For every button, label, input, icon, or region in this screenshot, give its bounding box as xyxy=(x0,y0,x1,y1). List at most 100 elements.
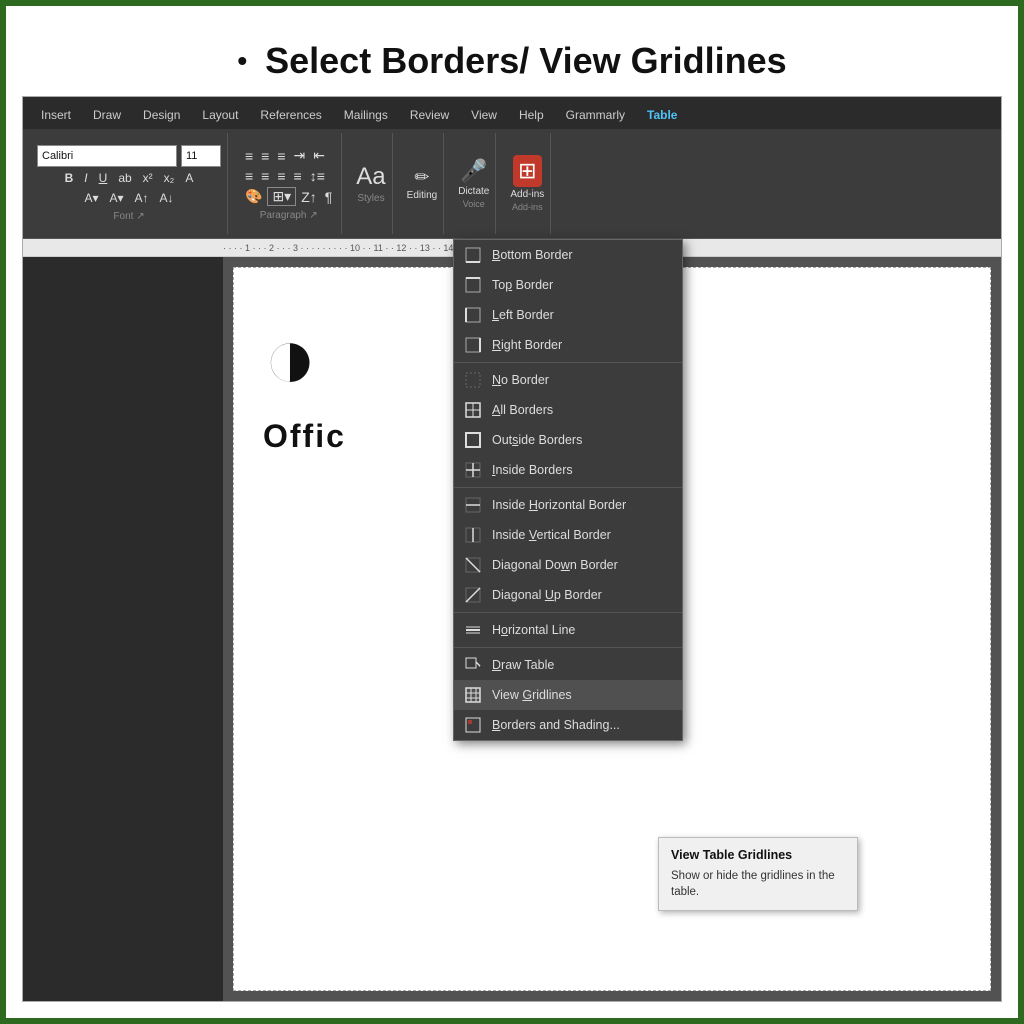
tab-mailings[interactable]: Mailings xyxy=(334,104,398,126)
inside-horiz-icon xyxy=(464,496,482,514)
horiz-line-icon xyxy=(464,621,482,639)
menu-item-all-borders[interactable]: All Borders xyxy=(454,395,682,425)
align-center-button[interactable]: ≡ xyxy=(258,167,272,185)
all-borders-icon xyxy=(464,401,482,419)
strikethrough-button[interactable]: ab xyxy=(114,169,135,187)
horiz-line-label: Horizontal Line xyxy=(492,623,575,637)
font-group-label: Font ↗ xyxy=(113,211,144,222)
view-gridlines-icon xyxy=(464,686,482,704)
all-borders-label: All Borders xyxy=(492,403,553,417)
menu-item-right-border[interactable]: Right Border xyxy=(454,330,682,360)
inside-borders-icon xyxy=(464,461,482,479)
tab-draw[interactable]: Draw xyxy=(83,104,131,126)
editing-group: ✏ Editing xyxy=(401,133,445,234)
draw-table-icon xyxy=(464,656,482,674)
menu-item-inside-horiz[interactable]: Inside Horizontal Border xyxy=(454,490,682,520)
superscript-button[interactable]: x² xyxy=(139,169,157,187)
inside-horiz-label: Inside Horizontal Border xyxy=(492,498,626,512)
borders-shading-label: Borders and Shading... xyxy=(492,718,620,732)
fontcolor-button[interactable]: A▾ xyxy=(105,189,127,207)
tooltip-description: Show or hide the gridlines in the table. xyxy=(671,868,845,900)
tab-table[interactable]: Table xyxy=(637,104,687,126)
voice-label: Voice xyxy=(463,199,485,209)
menu-item-horiz-line[interactable]: Horizontal Line xyxy=(454,615,682,645)
no-border-icon xyxy=(464,371,482,389)
menu-item-inside-vert[interactable]: Inside Vertical Border xyxy=(454,520,682,550)
menu-item-draw-table[interactable]: Draw Table xyxy=(454,650,682,680)
styles-group: Aa Styles xyxy=(350,133,392,234)
borders-button[interactable]: ⊞▾ xyxy=(267,187,296,206)
fontsize-shrink-button[interactable]: A↓ xyxy=(156,189,178,207)
tab-grammarly[interactable]: Grammarly xyxy=(556,104,635,126)
size-select[interactable] xyxy=(181,145,221,167)
borders-dropdown: Bottom Border Top Border xyxy=(453,239,683,741)
align-left-button[interactable]: ≡ xyxy=(242,167,256,185)
highlight-button[interactable]: A▾ xyxy=(80,189,102,207)
editing-label: Editing xyxy=(407,190,438,201)
styles-label: Styles xyxy=(357,193,384,204)
menu-item-diag-up[interactable]: Diagonal Up Border xyxy=(454,580,682,610)
paragraph-group-label: Paragraph ↗ xyxy=(260,210,318,221)
list-number-button[interactable]: ≡ xyxy=(258,146,272,165)
indent-decrease-button[interactable]: ⇤ xyxy=(310,146,328,165)
tab-design[interactable]: Design xyxy=(133,104,190,126)
menu-item-view-gridlines[interactable]: View Gridlines xyxy=(454,680,682,710)
list-multi-button[interactable]: ≡ xyxy=(274,146,288,165)
tab-insert[interactable]: Insert xyxy=(31,104,81,126)
align-justify-button[interactable]: ≡ xyxy=(291,167,305,185)
bullet-point: • xyxy=(237,45,247,77)
screenshot-frame: Insert Draw Design Layout References Mai… xyxy=(22,96,1002,1002)
underline-button[interactable]: U xyxy=(95,169,112,187)
divider-3 xyxy=(454,612,682,613)
inside-borders-label: Inside Borders xyxy=(492,463,573,477)
linespacing-button[interactable]: ↕≡ xyxy=(307,167,328,185)
show-formatting-button[interactable]: ¶ xyxy=(322,187,336,206)
left-border-icon xyxy=(464,306,482,324)
paragraph-group: ≡ ≡ ≡ ⇥ ⇤ ≡ ≡ ≡ ≡ ↕≡ 🎨 xyxy=(236,133,342,234)
tab-references[interactable]: References xyxy=(250,104,331,126)
menu-item-top-border[interactable]: Top Border xyxy=(454,270,682,300)
shading-button[interactable]: 🎨 xyxy=(242,187,265,206)
ribbon-content: B I U ab x² x₂ A A▾ A▾ A↑ A↓ Font ↗ xyxy=(23,129,1001,239)
tab-review[interactable]: Review xyxy=(400,104,459,126)
inside-vert-icon xyxy=(464,526,482,544)
view-gridlines-label: View Gridlines xyxy=(492,688,572,702)
borders-shading-icon xyxy=(464,716,482,734)
italic-button[interactable]: I xyxy=(80,169,91,187)
bottom-border-icon xyxy=(464,246,482,264)
inside-vert-label: Inside Vertical Border xyxy=(492,528,611,542)
tooltip-box: View Table Gridlines Show or hide the gr… xyxy=(658,837,858,911)
right-border-icon xyxy=(464,336,482,354)
align-right-button[interactable]: ≡ xyxy=(274,167,288,185)
tab-view[interactable]: View xyxy=(461,104,507,126)
sort-button[interactable]: Z↑ xyxy=(298,187,320,206)
format-clear-button[interactable]: A xyxy=(181,169,197,187)
menu-item-no-border[interactable]: No Border xyxy=(454,365,682,395)
outer-container: • Select Borders/ View Gridlines Insert … xyxy=(6,6,1018,1018)
menu-item-diag-down[interactable]: Diagonal Down Border xyxy=(454,550,682,580)
ribbon-tabs: Insert Draw Design Layout References Mai… xyxy=(23,97,1001,129)
fontsize-grow-button[interactable]: A↑ xyxy=(131,189,153,207)
tab-layout[interactable]: Layout xyxy=(192,104,248,126)
top-border-label: Top Border xyxy=(492,278,553,292)
tab-help[interactable]: Help xyxy=(509,104,554,126)
divider-1 xyxy=(454,362,682,363)
bottom-border-label: Bottom Border xyxy=(492,248,573,262)
indent-increase-button[interactable]: ⇥ xyxy=(291,146,309,165)
menu-item-outside-borders[interactable]: Outside Borders xyxy=(454,425,682,455)
subscript-button[interactable]: x₂ xyxy=(160,169,179,187)
menu-item-borders-shading[interactable]: Borders and Shading... xyxy=(454,710,682,740)
outside-borders-label: Outside Borders xyxy=(492,433,582,447)
menu-item-inside-borders[interactable]: Inside Borders xyxy=(454,455,682,485)
menu-item-bottom-border[interactable]: Bottom Border xyxy=(454,240,682,270)
title-area: • Select Borders/ View Gridlines xyxy=(22,22,1002,96)
left-sidebar xyxy=(23,257,223,1001)
no-border-label: No Border xyxy=(492,373,549,387)
divider-4 xyxy=(454,647,682,648)
font-select[interactable] xyxy=(37,145,177,167)
draw-table-label: Draw Table xyxy=(492,658,554,672)
bold-button[interactable]: B xyxy=(61,169,78,187)
menu-item-left-border[interactable]: Left Border xyxy=(454,300,682,330)
dictate-label: Dictate xyxy=(458,186,489,197)
list-bullet-button[interactable]: ≡ xyxy=(242,146,256,165)
